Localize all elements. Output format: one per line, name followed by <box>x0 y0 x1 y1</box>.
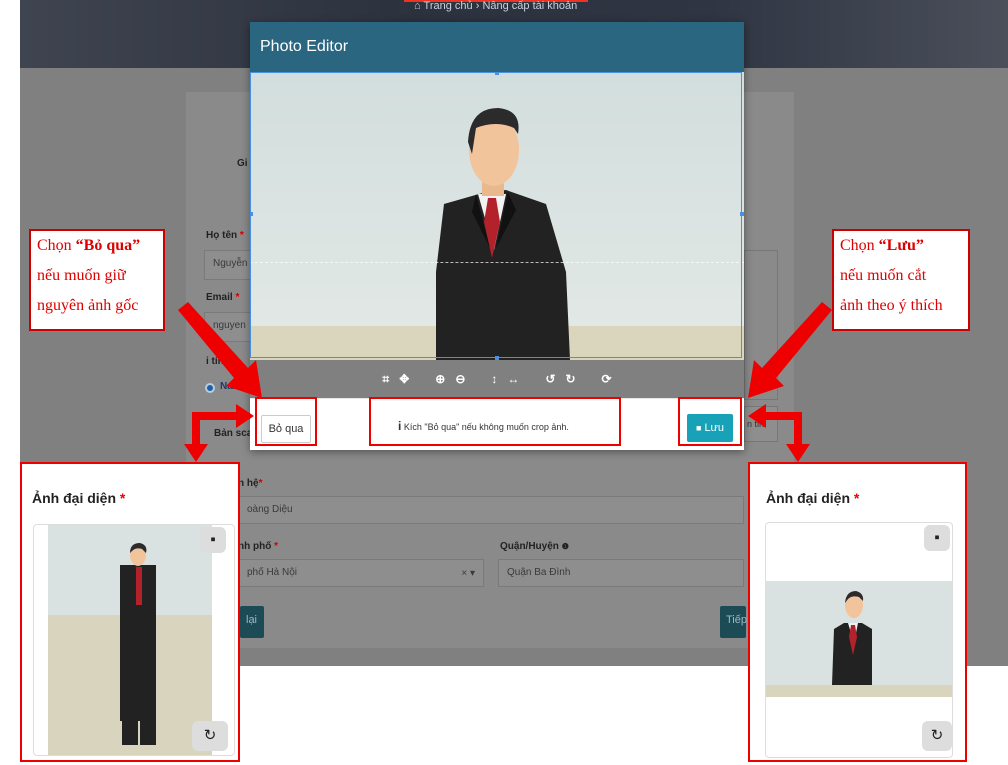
avatar-original-photo <box>48 525 212 755</box>
avatar-title: Ảnh đại diện * <box>766 490 860 506</box>
trash-icon[interactable]: ▪ <box>924 525 950 551</box>
rotate-icon[interactable]: ↻ <box>192 721 228 751</box>
trash-icon[interactable]: ▪ <box>200 527 226 553</box>
rotate-icon[interactable]: ↻ <box>922 721 952 751</box>
avatar-panel-original: Ảnh đại diện * ▪ ↻ <box>20 462 240 762</box>
avatar-cropped-photo <box>766 581 952 697</box>
avatar-panel-cropped: Ảnh đại diện * ▪ ↻ <box>748 462 967 762</box>
avatar-preview: ▪ ↻ <box>765 522 953 758</box>
avatar-title: Ảnh đại diện * <box>32 490 126 506</box>
avatar-preview: ▪ ↻ <box>33 524 235 756</box>
screenshot: ⌂ Trang chủ › Nâng cấp tài khoản Gi Họ t… <box>0 0 1008 765</box>
